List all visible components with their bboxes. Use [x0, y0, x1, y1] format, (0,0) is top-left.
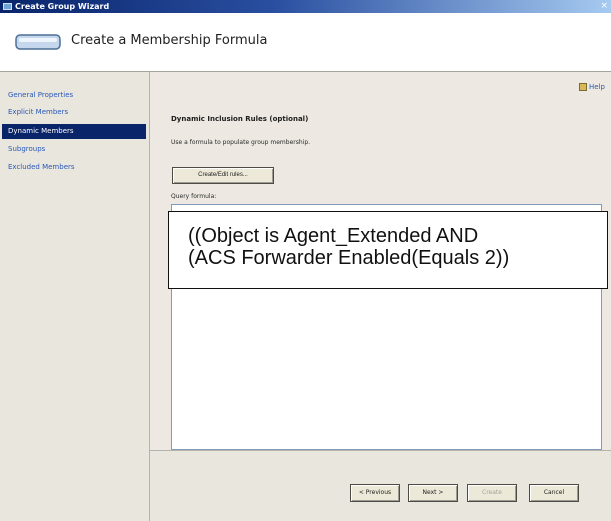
query-formula-label: Query formula:	[171, 193, 217, 200]
previous-button[interactable]: < Previous	[350, 484, 400, 502]
formula-callout: ((Object is Agent_Extended AND (ACS Forw…	[168, 211, 608, 289]
help-label: Help	[589, 83, 605, 91]
wizard-footer: < Previous Next > Create Cancel	[150, 450, 611, 521]
nav-item-excluded-members[interactable]: Excluded Members	[2, 160, 146, 175]
window-title: Create Group Wizard	[15, 2, 110, 11]
wizard-nav: General Properties Explicit Members Dyna…	[0, 72, 150, 521]
app-icon	[3, 3, 12, 10]
page-heading: Create a Membership Formula	[71, 33, 268, 48]
nav-item-general-properties[interactable]: General Properties	[2, 88, 146, 103]
help-icon	[579, 83, 588, 91]
section-title: Dynamic Inclusion Rules (optional)	[171, 115, 309, 123]
help-link[interactable]: Help	[579, 83, 605, 91]
create-button[interactable]: Create	[467, 484, 517, 502]
create-edit-rules-button[interactable]: Create/Edit rules...	[172, 167, 274, 184]
nav-item-subgroups[interactable]: Subgroups	[2, 142, 146, 157]
nav-item-dynamic-members[interactable]: Dynamic Members	[2, 124, 146, 139]
group-wizard-icon	[15, 34, 61, 50]
cancel-button[interactable]: Cancel	[529, 484, 579, 502]
wizard-header: Create a Membership Formula	[0, 13, 611, 72]
title-bar[interactable]: Create Group Wizard ×	[0, 0, 611, 13]
formula-line-2: (ACS Forwarder Enabled(Equals 2))	[188, 247, 510, 269]
create-group-wizard-window: Create Group Wizard × Create a Membershi…	[0, 0, 611, 521]
close-icon[interactable]: ×	[600, 0, 608, 13]
formula-line-1: ((Object is Agent_Extended AND	[188, 225, 479, 247]
section-description: Use a formula to populate group membersh…	[171, 139, 311, 146]
next-button[interactable]: Next >	[408, 484, 458, 502]
nav-item-explicit-members[interactable]: Explicit Members	[2, 105, 146, 120]
